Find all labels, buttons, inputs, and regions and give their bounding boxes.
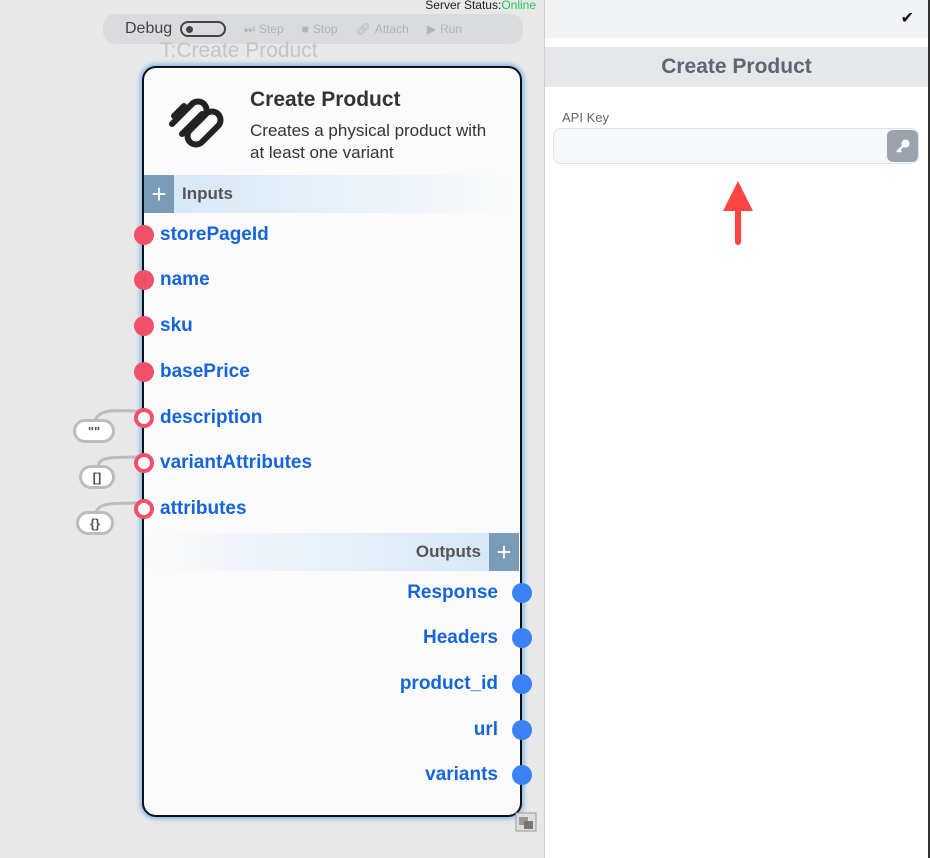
output-pin-label: Headers [423, 627, 498, 648]
play-icon: ▶ [426, 22, 437, 36]
run-button[interactable]: ▶ Run [427, 22, 462, 36]
attach-label: Attach [374, 22, 409, 36]
output-port[interactable] [512, 583, 532, 603]
default-value-chip[interactable]: [] [79, 465, 115, 489]
api-key-label: API Key [562, 110, 609, 125]
output-pin-variants[interactable]: variants [425, 764, 532, 786]
input-port[interactable] [134, 499, 154, 519]
squarespace-logo-icon [169, 98, 224, 148]
status-value: Online [501, 0, 536, 12]
output-port[interactable] [512, 720, 532, 740]
input-pin-label: attributes [160, 498, 247, 519]
run-label: Run [440, 22, 463, 36]
status-label: Server Status: [425, 0, 502, 12]
output-pin-label: variants [425, 764, 498, 785]
step-button[interactable]: ⏭ Step [244, 22, 284, 37]
input-port[interactable] [134, 270, 154, 290]
input-pin-sku[interactable]: sku [134, 315, 193, 337]
red-arrow-annotation [723, 181, 753, 245]
input-pin-label: variantAttributes [160, 452, 313, 473]
input-pin-variantAttributes[interactable]: variantAttributes [134, 452, 312, 474]
node-description: Creates a physical product with at least… [250, 121, 487, 162]
key-button[interactable] [887, 130, 918, 162]
default-value-chip[interactable]: "" [73, 419, 115, 443]
node-title: Create Product [250, 88, 401, 111]
input-pin-description[interactable]: description [134, 407, 262, 429]
output-pin-url[interactable]: url [474, 719, 532, 741]
outputs-header: Outputs + [144, 533, 519, 571]
input-pin-storePageId[interactable]: storePageId [134, 224, 269, 246]
output-pin-label: url [473, 719, 498, 740]
output-port[interactable] [512, 765, 532, 785]
panel-title: Create Product [545, 47, 928, 87]
input-port[interactable] [134, 225, 154, 245]
input-pin-name[interactable]: name [134, 269, 210, 291]
step-label: Step [258, 22, 284, 36]
input-port[interactable] [134, 316, 154, 336]
input-pin-label: sku [160, 315, 193, 336]
resize-icon[interactable] [515, 812, 537, 832]
output-pin-label: product_id [399, 673, 498, 694]
output-pin-Response[interactable]: Response [407, 582, 532, 604]
input-port[interactable] [134, 362, 154, 382]
input-port[interactable] [134, 408, 154, 428]
default-value-chip[interactable]: {} [76, 511, 114, 535]
outputs-label: Outputs [415, 542, 481, 561]
stop-button[interactable]: ■ Stop [302, 22, 338, 36]
create-product-node[interactable]: Create Product Creates a physical produc… [134, 66, 532, 817]
stop-label: Stop [312, 22, 338, 36]
input-pin-basePrice[interactable]: basePrice [134, 361, 250, 383]
attach-button[interactable]: 🔗︎ Attach [356, 22, 409, 36]
input-pin-label: storePageId [160, 224, 269, 245]
panel-topbar: ✔ [545, 0, 928, 38]
input-pin-attributes[interactable]: attributes [134, 498, 247, 520]
input-port[interactable] [134, 453, 154, 473]
api-key-input[interactable] [553, 128, 919, 164]
properties-panel: ✔ Create Product API Key [544, 0, 930, 858]
output-pin-label: Response [407, 582, 498, 603]
check-icon[interactable]: ✔ [901, 8, 914, 28]
input-pin-label: description [160, 407, 263, 428]
input-pin-label: name [160, 269, 210, 290]
output-port[interactable] [512, 674, 532, 694]
step-icon: ⏭ [244, 21, 255, 36]
link-icon: 🔗︎ [355, 22, 371, 36]
server-status: Server Status:Online [425, 0, 536, 12]
output-port[interactable] [512, 628, 532, 648]
add-output-button[interactable]: + [489, 533, 519, 571]
inputs-header: + Inputs [144, 175, 519, 213]
key-icon [895, 139, 909, 153]
output-pin-product_id[interactable]: product_id [400, 673, 532, 695]
toggle-switch[interactable] [180, 21, 227, 37]
add-input-button[interactable]: + [144, 175, 174, 213]
input-pin-label: basePrice [160, 361, 250, 382]
inputs-label: Inputs [182, 184, 233, 203]
output-pin-Headers[interactable]: Headers [423, 627, 532, 649]
node-type-title: T:Create Product [160, 39, 318, 62]
flow-canvas[interactable]: Server Status:Online Debug ⏭ Step ■ Stop 🔗… [0, 0, 544, 858]
stop-icon: ■ [301, 22, 309, 36]
